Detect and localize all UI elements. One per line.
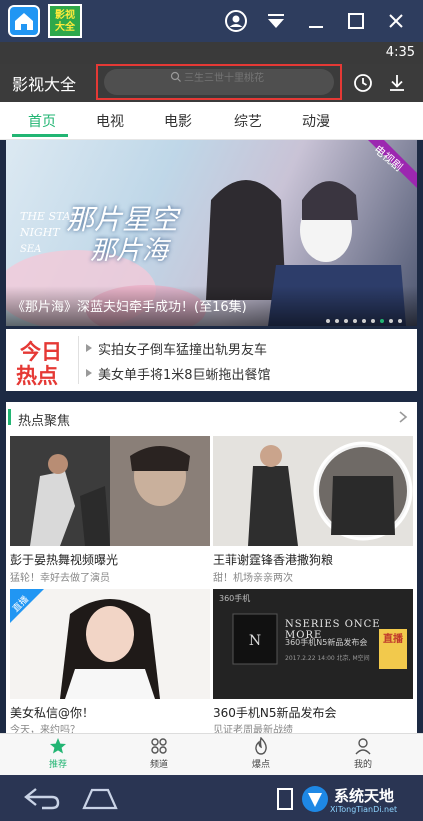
- svg-text:N: N: [249, 633, 261, 649]
- carousel-dots: [326, 319, 410, 323]
- close-icon[interactable]: [384, 9, 408, 33]
- nav-label: 我的: [353, 760, 372, 770]
- nav-hot[interactable]: 爆点: [231, 737, 291, 773]
- chevron-right-icon[interactable]: [397, 409, 409, 425]
- app-shortcut-icon[interactable]: 影视 大全: [48, 4, 82, 38]
- watermark-logo-icon: [302, 786, 328, 812]
- thumbnail-image: [10, 436, 210, 546]
- video-thumbnail[interactable]: [10, 436, 210, 546]
- search-icon: [170, 71, 181, 82]
- play-arrow-icon: [86, 369, 92, 377]
- section-marker: [8, 409, 11, 425]
- brand-label: 360手机: [219, 594, 251, 603]
- tab-tv[interactable]: 电视: [96, 111, 124, 131]
- nav-channels[interactable]: 频道: [129, 737, 189, 773]
- poster-title-2: 那片海: [90, 236, 169, 266]
- video-title[interactable]: 彭于晏热舞视频曝光: [10, 551, 118, 568]
- video-title[interactable]: 王菲谢霆锋香港撒狗粮: [213, 551, 333, 568]
- video-subtitle: 甜！机场亲亲两次: [213, 573, 293, 584]
- video-subtitle: 猛轮！幸好去做了演员: [10, 573, 110, 584]
- maximize-icon[interactable]: [344, 9, 368, 33]
- video-title[interactable]: 360手机N5新品发布会: [213, 704, 337, 721]
- hot-news-logo: 热点: [16, 364, 58, 388]
- nav-label: 频道: [149, 760, 168, 770]
- tab-anime[interactable]: 动漫: [302, 111, 330, 131]
- thumbnail-image: [213, 436, 413, 546]
- tab-home[interactable]: 首页: [28, 111, 56, 131]
- video-title[interactable]: 美女私信@你！: [10, 704, 94, 721]
- grid-icon: [151, 738, 167, 754]
- app-shortcut-label: 影视 大全: [55, 10, 75, 33]
- flame-icon: [255, 737, 267, 755]
- video-thumbnail[interactable]: [213, 436, 413, 546]
- carousel-dot[interactable]: [371, 319, 375, 323]
- section-title: 热点聚焦: [18, 414, 71, 429]
- search-input[interactable]: [184, 69, 324, 87]
- history-icon[interactable]: [352, 72, 374, 94]
- star-icon: [50, 738, 66, 754]
- video-thumbnail[interactable]: N 360手机 NSERIES ONCE MORE 360手机N5新品发布会 2…: [213, 589, 413, 699]
- nav-recommend[interactable]: 推荐: [28, 737, 88, 773]
- recent-apps-icon[interactable]: [274, 786, 298, 812]
- carousel-dot[interactable]: [326, 319, 330, 323]
- nav-profile[interactable]: 我的: [333, 737, 393, 773]
- nav-label: 推荐: [48, 760, 67, 770]
- active-tab-indicator: [12, 134, 68, 137]
- app-title: 影视大全: [12, 75, 77, 94]
- video-thumbnail[interactable]: 直播: [10, 589, 210, 699]
- home-icon[interactable]: [80, 784, 120, 812]
- svg-text:NIGHT: NIGHT: [19, 226, 61, 239]
- live-badge: 直播: [383, 634, 403, 645]
- watermark-name: 系统天地: [334, 787, 395, 805]
- status-time: 4:35: [385, 45, 415, 60]
- status-bar: 4:35: [0, 42, 423, 64]
- app-header: 影视大全: [0, 64, 423, 102]
- download-icon[interactable]: [386, 72, 408, 94]
- user-icon: [355, 738, 371, 755]
- carousel-dot[interactable]: [344, 319, 348, 323]
- emulator-home-icon[interactable]: [8, 5, 40, 37]
- emulator-title-bar: 影视 大全: [0, 0, 423, 42]
- poster-date: 2017.2.22 14:00 北京, M空间: [285, 655, 370, 662]
- banner-caption[interactable]: 《那片海》深蓝夫妇牵手成功！(至16集): [12, 296, 247, 315]
- tab-movie[interactable]: 电影: [164, 111, 192, 131]
- svg-text:SEA: SEA: [20, 244, 41, 255]
- divider: [78, 336, 79, 384]
- house-icon: [15, 13, 33, 30]
- back-icon[interactable]: [22, 785, 62, 811]
- carousel-dot[interactable]: [362, 319, 366, 323]
- thumbnail-image: [10, 589, 210, 699]
- dropdown-icon[interactable]: [264, 9, 288, 33]
- poster-subhead: 360手机N5新品发布会: [285, 638, 368, 647]
- news-item[interactable]: 实拍女子倒车猛撞出轨男友车: [98, 339, 267, 358]
- carousel-dot[interactable]: [335, 319, 339, 323]
- carousel-dot[interactable]: [380, 319, 384, 323]
- news-item[interactable]: 美女单手将1米8巨蜥拖出餐馆: [98, 364, 271, 383]
- carousel-dot[interactable]: [389, 319, 393, 323]
- tab-variety[interactable]: 综艺: [234, 111, 262, 131]
- watermark-url: XiTongTianDi.net: [330, 805, 398, 814]
- account-icon[interactable]: [224, 9, 248, 33]
- carousel-dot[interactable]: [398, 319, 402, 323]
- play-arrow-icon: [86, 344, 92, 352]
- nav-label: 爆点: [251, 760, 270, 770]
- carousel-dot[interactable]: [353, 319, 357, 323]
- minimize-icon[interactable]: [304, 9, 328, 33]
